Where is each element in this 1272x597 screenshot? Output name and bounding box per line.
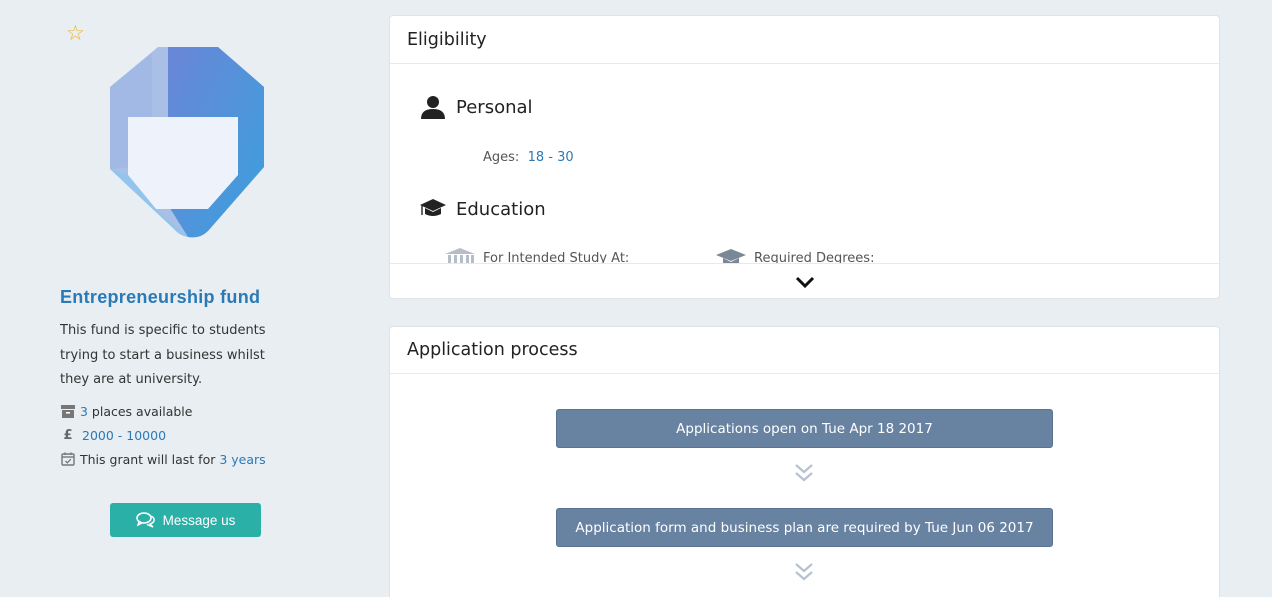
amount-range: 2000 - 10000 — [82, 427, 167, 443]
places-label: places available — [87, 403, 193, 419]
application-step: Application form and business plan are r… — [556, 508, 1053, 547]
education-section-heading: Education — [420, 196, 546, 222]
expand-chevron-down-icon[interactable] — [793, 273, 817, 291]
graduation-cap-icon — [420, 196, 446, 222]
grant-amount: £ 2000 - 10000 — [60, 427, 166, 443]
archive-box-icon — [60, 403, 76, 419]
application-process-panel: Application process Applications open on… — [389, 326, 1220, 597]
pound-icon: £ — [63, 427, 73, 443]
calendar-check-icon — [60, 451, 76, 467]
fund-title: Entrepreneurship fund — [60, 287, 261, 307]
fund-shield-logo — [110, 47, 264, 238]
fund-description: This fund is specific to students trying… — [60, 323, 266, 387]
chat-bubbles-icon — [135, 512, 155, 528]
personal-section-heading: Personal — [420, 94, 533, 120]
eligibility-panel: Eligibility Personal Ages: 18 - 30 Educa… — [389, 15, 1220, 299]
places-count: 3 — [80, 403, 88, 419]
duration-value: 3 years — [219, 451, 266, 467]
ages-label: Ages: — [483, 150, 524, 165]
user-icon — [420, 94, 446, 120]
application-step: Applications open on Tue Apr 18 2017 — [556, 409, 1053, 448]
message-us-label: Message us — [162, 512, 236, 528]
ages-requirement: Ages: 18 - 30 — [483, 150, 574, 165]
education-heading-label: Education — [456, 198, 546, 220]
double-chevron-down-icon — [792, 560, 816, 584]
message-us-button[interactable]: Message us — [110, 503, 261, 537]
ages-value: 18 - 30 — [527, 150, 574, 165]
favorite-star-icon[interactable]: ☆ — [66, 22, 88, 44]
personal-heading-label: Personal — [456, 96, 533, 118]
application-title: Application process — [390, 327, 1219, 374]
places-available: 3 places available — [60, 403, 192, 419]
grant-duration: This grant will last for 3 years — [60, 451, 266, 467]
double-chevron-down-icon — [792, 461, 816, 485]
duration-prefix: This grant will last for — [80, 451, 220, 467]
fund-sidebar: ☆ Entrepreneurship fund This fund is spe… — [0, 0, 370, 597]
eligibility-title: Eligibility — [390, 16, 1219, 64]
